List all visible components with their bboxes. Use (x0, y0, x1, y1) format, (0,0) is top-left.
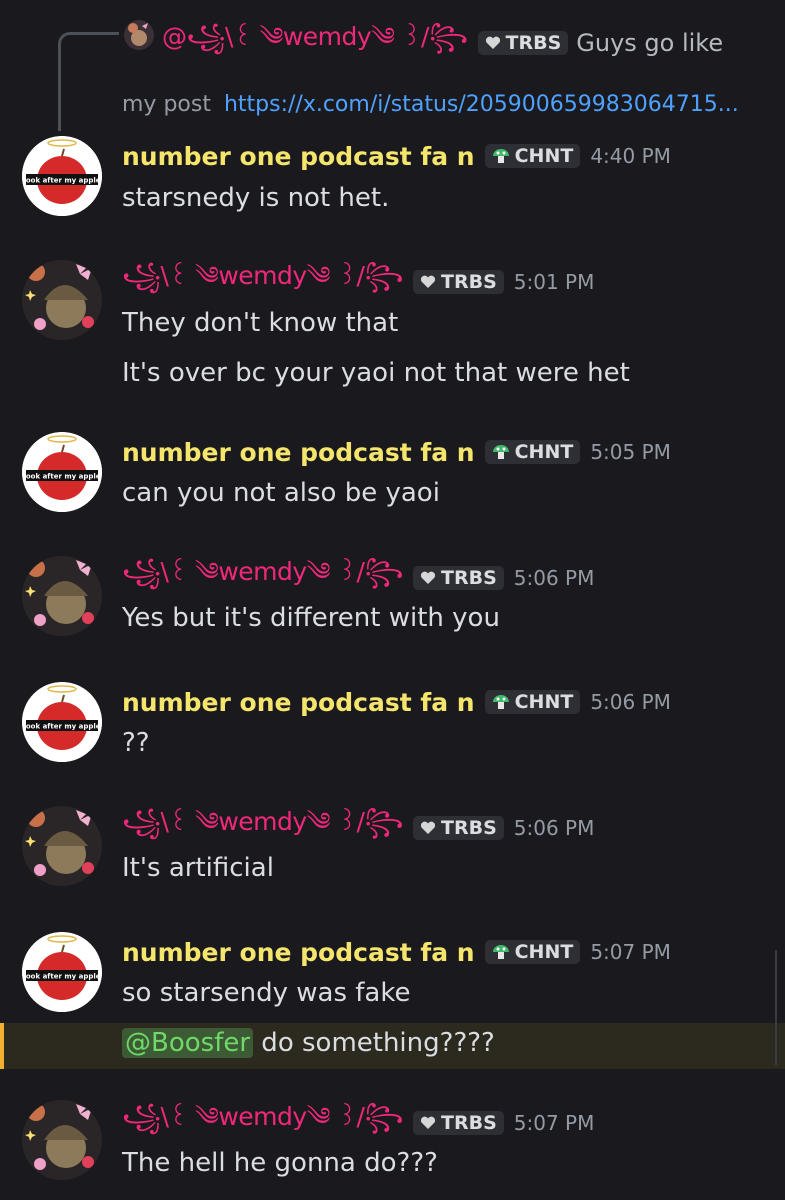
avatar[interactable] (22, 260, 102, 340)
embed-link[interactable]: https://x.com/i/status/20590065998306471… (224, 92, 739, 117)
author-name[interactable]: number one podcast fa n (122, 938, 475, 967)
avatar[interactable]: look after my apple (22, 432, 102, 512)
embed-context-label: my post (122, 92, 211, 117)
message-header: number one podcast fa n CHNT 5:06 PM (122, 684, 671, 720)
message-text: starsnedy is not het. (122, 183, 390, 213)
mushroom-icon (492, 149, 509, 163)
reply-message[interactable]: Guys go like (576, 29, 723, 57)
avatar[interactable]: look after my apple (22, 136, 102, 216)
wemdy-avatar-image (22, 806, 102, 886)
heart-icon (420, 821, 436, 834)
apple-avatar-image: look after my apple (22, 432, 102, 512)
apple-avatar-image: look after my apple (22, 932, 102, 1012)
author-name[interactable]: number one podcast fa n (122, 438, 475, 467)
message-text: ?? (122, 728, 150, 758)
role-tag: CHNT (484, 440, 581, 464)
heart-icon (485, 36, 500, 49)
message-header: ꧁\꒰ ༄wemdy༄ ꒱/꧂ TRBS 5:01 PM (122, 261, 595, 300)
apple-avatar-label: look after my apple (23, 973, 100, 981)
avatar[interactable] (22, 1100, 102, 1180)
role-tag-label: CHNT (514, 441, 574, 463)
apple-avatar-image: look after my apple (22, 682, 102, 762)
message-header: number one podcast fa n CHNT 5:07 PM (122, 934, 671, 970)
avatar[interactable] (22, 806, 102, 886)
message-text: They don't know that (122, 308, 399, 338)
apple-avatar-image: look after my apple (22, 136, 102, 216)
timestamp: 5:06 PM (513, 566, 595, 590)
message-text: It's over bc your yaoi not that were het (122, 358, 630, 388)
role-tag: CHNT (484, 690, 581, 714)
message-text: The hell he gonna do??? (122, 1148, 438, 1178)
author-name[interactable]: number one podcast fa n (122, 688, 475, 717)
timestamp: 5:05 PM (590, 440, 671, 464)
wemdy-avatar-image (22, 556, 102, 636)
role-tag: CHNT (484, 940, 581, 964)
role-tag-label: TRBS (441, 567, 497, 589)
timestamp: 5:01 PM (513, 270, 595, 294)
message-header: number one podcast fa n CHNT 4:40 PM (122, 138, 671, 174)
message-header: ꧁\꒰ ༄wemdy༄ ꒱/꧂ TRBS 5:07 PM (122, 1102, 595, 1141)
user-mention[interactable]: @Boosfer (122, 1028, 254, 1058)
reply-avatar[interactable] (124, 20, 154, 50)
role-tag: TRBS (413, 816, 504, 840)
message-text: can you not also be yaoi (122, 478, 440, 508)
role-tag-label: CHNT (514, 145, 574, 167)
mushroom-icon (492, 445, 509, 459)
apple-avatar-label: look after my apple (23, 723, 100, 731)
avatar[interactable] (22, 556, 102, 636)
embed-context: my post https://x.com/i/status/205900659… (122, 92, 739, 117)
wemdy-avatar-image (22, 260, 102, 340)
heart-icon (420, 571, 436, 584)
wemdy-avatar-image (22, 1100, 102, 1180)
role-tag: TRBS (413, 1111, 504, 1135)
message-text: Yes but it's different with you (122, 603, 500, 633)
message-text: so starsendy was fake (122, 978, 411, 1008)
heart-icon (420, 275, 436, 288)
scrollbar[interactable] (775, 950, 777, 1065)
heart-icon (420, 1116, 436, 1129)
mention-message-text: @Boosfer do something???? (122, 1028, 495, 1058)
apple-avatar-label: look after my apple (23, 177, 100, 185)
avatar[interactable]: look after my apple (22, 932, 102, 1012)
mushroom-icon (492, 695, 509, 709)
apple-avatar-label: look after my apple (23, 473, 100, 481)
message-header: ꧁\꒰ ༄wemdy༄ ꒱/꧂ TRBS 5:06 PM (122, 807, 595, 846)
mushroom-icon (492, 945, 509, 959)
reply-tag-label: TRBS (505, 32, 562, 54)
reply-connector (58, 32, 119, 131)
author-name[interactable]: ꧁\꒰ ༄wemdy༄ ꒱/꧂ (122, 247, 404, 318)
role-tag-label: CHNT (514, 691, 574, 713)
role-tag-label: CHNT (514, 941, 574, 963)
avatar[interactable]: look after my apple (22, 682, 102, 762)
reply-preview[interactable]: @꧁\꒰ ༄wemdy༄ ꒱/꧂ TRBS Guys go like (162, 22, 723, 60)
message-text: It's artificial (122, 853, 274, 883)
role-tag-label: TRBS (441, 817, 497, 839)
timestamp: 5:06 PM (513, 816, 595, 840)
role-tag: CHNT (484, 144, 581, 168)
role-tag-label: TRBS (441, 1112, 497, 1134)
author-name[interactable]: number one podcast fa n (122, 142, 475, 171)
timestamp: 5:07 PM (513, 1111, 595, 1135)
mention-message-body: do something???? (253, 1028, 495, 1058)
timestamp: 5:07 PM (590, 940, 671, 964)
role-tag: TRBS (413, 566, 504, 590)
role-tag-label: TRBS (441, 271, 497, 293)
timestamp: 4:40 PM (590, 144, 671, 168)
reply-tag: TRBS (477, 31, 569, 55)
role-tag: TRBS (413, 270, 504, 294)
reply-author[interactable]: @꧁\꒰ ༄wemdy༄ ꒱/꧂ (162, 8, 468, 79)
message-header: ꧁\꒰ ༄wemdy༄ ꒱/꧂ TRBS 5:06 PM (122, 557, 595, 596)
timestamp: 5:06 PM (590, 690, 671, 714)
message-header: number one podcast fa n CHNT 5:05 PM (122, 434, 671, 470)
